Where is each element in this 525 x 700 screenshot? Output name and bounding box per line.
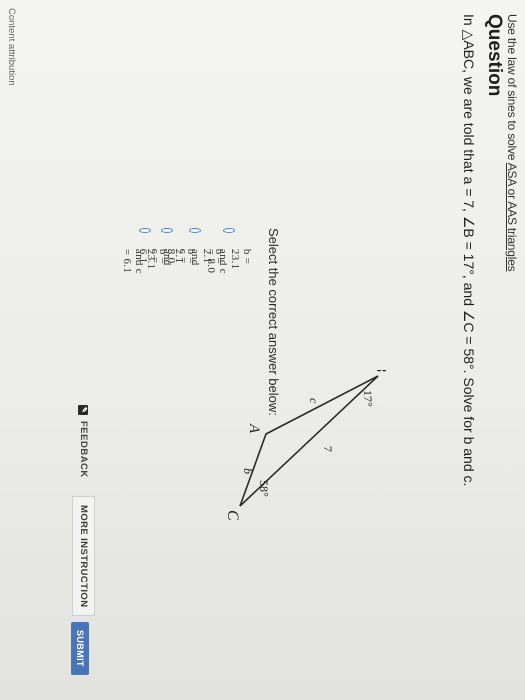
answer-option-4-label: b = 23.1 and c = 6.1: [121, 248, 169, 274]
question-heading: Question: [484, 14, 505, 97]
content-attribution-link[interactable]: Content attribution: [6, 8, 17, 86]
submit-button[interactable]: SUBMIT: [71, 622, 89, 675]
question-text-prefix: In △ABC, we are told that: [461, 14, 477, 177]
feedback-label: FEEDBACK: [78, 421, 89, 478]
rotated-page: Use the law of sines to solve ASA or AAS…: [0, 0, 525, 700]
question-text-body: a = 7, ∠B = 17°, and ∠C = 58°. Solve for…: [461, 176, 477, 487]
answer-option-4[interactable]: b = 23.1 and c = 6.1: [121, 228, 169, 276]
feedback-button[interactable]: ✎ FEEDBACK: [78, 405, 89, 478]
triangle-diagram: B C A 17° 58° 7 b c: [224, 370, 389, 520]
angle-b-label: 17°: [361, 390, 375, 407]
more-instruction-button[interactable]: MORE INSTRUCTION: [72, 496, 95, 617]
side-b-label: b: [241, 468, 255, 474]
angle-c-label: 58°: [257, 480, 271, 497]
vertex-c-label: C: [224, 510, 241, 520]
side-c-label: c: [307, 398, 321, 404]
topic-link[interactable]: ASA or AAS triangles: [505, 163, 519, 272]
question-text: In △ABC, we are told that a = 7, ∠B = 17…: [460, 14, 477, 486]
topic-breadcrumb: Use the law of sines to solve ASA or AAS…: [505, 14, 519, 271]
select-answer-prompt: Select the correct answer below:: [266, 228, 281, 416]
feedback-icon: ✎: [78, 405, 89, 415]
side-a-label: 7: [321, 446, 335, 452]
vertex-b-label: B: [372, 370, 389, 372]
vertex-a-label: A: [246, 423, 262, 434]
radio-circle-icon[interactable]: [139, 228, 151, 233]
topic-prefix: Use the law of sines to solve: [505, 14, 519, 163]
